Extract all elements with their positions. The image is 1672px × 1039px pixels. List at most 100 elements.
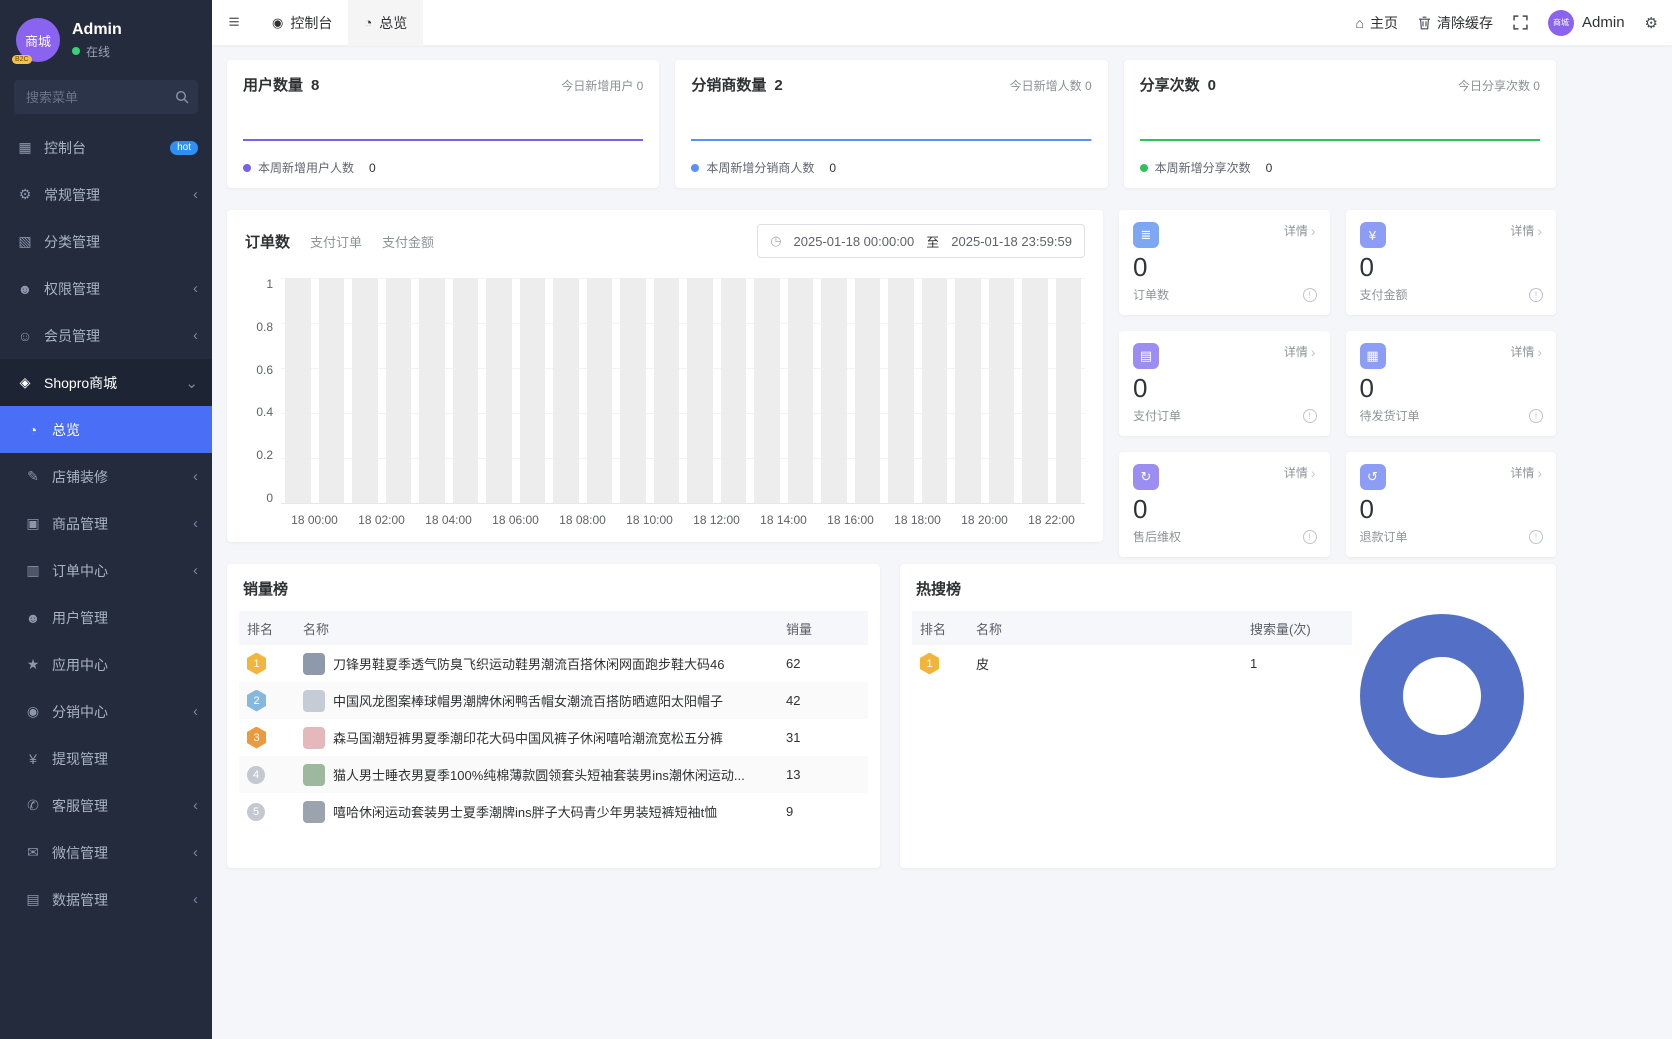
y-axis-label: 0.4 [256,405,273,420]
mini-stat-value: 0 [1359,373,1374,403]
sidebar-item-7[interactable]: ✎ 店铺装修 ‹ [0,453,212,500]
chart-bar [352,278,378,503]
user-menu[interactable]: 商城 Admin [1548,9,1625,36]
sales-ranking-title: 销量榜 [243,581,289,598]
sidebar-item-label: 常规管理 [44,186,100,203]
stat-week-label: 本周新增用户人数 [258,161,355,175]
date-range-picker[interactable]: ◷ 2025-01-18 00:00:00 至 2025-01-18 23:59… [757,224,1085,258]
overview-tab-icon: ◔ [364,15,373,30]
sidebar-item-label: 用户管理 [52,609,108,626]
info-icon[interactable]: ! [1529,530,1543,544]
product-name[interactable]: 刀锋男鞋夏季透气防臭飞织运动鞋男潮流百搭休闲网面跑步鞋大码46 [333,654,724,673]
ship-order-icon: ▦ [1359,343,1386,369]
settings-gear-icon[interactable]: ⚙ [1645,14,1658,32]
tab-pay-amount[interactable]: 支付金额 [382,232,434,251]
rank-badge: 4 [247,765,265,784]
bottom-row: 销量榜 排名 名称 销量 1 刀锋男鞋夏季透气防臭飞织运动鞋男潮流百搭休闲网面跑步… [227,564,1556,868]
sidebar-item-15[interactable]: ✉ 微信管理 ‹ [0,829,212,876]
product-thumbnail [303,726,325,749]
fullscreen-icon[interactable] [1513,15,1528,30]
sidebar-item-14[interactable]: ✆ 客服管理 ‹ [0,782,212,829]
chart-bar [687,278,713,503]
avatar[interactable]: 商城 B2C [12,18,60,64]
sidebar-item-4[interactable]: ☺ 会员管理 ‹ [0,312,212,359]
sidebar-item-6[interactable]: ◔ 总览 [0,406,212,453]
order-card-header: 订单数 支付订单 支付金额 ◷ 2025-01-18 00:00:00 至 20… [245,224,1085,258]
tab-overview[interactable]: ◔ 总览 [348,0,424,46]
detail-link[interactable]: 详情 › [1284,343,1316,360]
x-axis-label: 18 04:00 [425,513,472,527]
stat-week-row: 本周新增分享次数 0 [1139,159,1540,176]
hamburger-menu-icon[interactable]: ≡ [212,12,256,34]
rank-badge: 3 [247,726,266,749]
chevron-right-icon: › [1310,464,1316,481]
chart-bar [285,278,311,503]
product-name[interactable]: 嘻哈休闲运动套装男士夏季潮牌ins胖子大码青少年男装短裤短袖t恤 [333,802,717,821]
sidebar-item-12[interactable]: ◉ 分销中心 ‹ [0,688,212,735]
detail-link[interactable]: 详情 › [1510,222,1542,239]
sidebar-item-11[interactable]: ★ 应用中心 [0,641,212,688]
info-icon[interactable]: ! [1302,288,1317,302]
date-from[interactable]: 2025-01-18 00:00:00 [794,234,915,249]
stat-week-value: 0 [369,160,376,175]
tab-console[interactable]: ◉ 控制台 [256,0,348,46]
detail-link[interactable]: 详情 › [1284,222,1316,239]
sidebar-item-3[interactable]: ☻ 权限管理 ‹ [0,265,212,312]
decorate-icon: ✎ [27,468,39,484]
sidebar-item-5[interactable]: ◈ Shopro商城 ⌄ [0,359,212,406]
col-header-count: 搜索量(次) [1242,611,1352,645]
clock-icon: ◷ [770,233,782,248]
clear-cache-button[interactable]: 清除缓存 [1418,13,1493,33]
sidebar-item-label: Shopro商城 [44,374,118,391]
col-header-rank: 排名 [912,611,968,645]
sidebar-item-13[interactable]: ¥ 提现管理 [0,735,212,782]
sales-table-row: 2 中国风龙图案棒球帽男潮牌休闲鸭舌帽女潮流百搭防晒遮阳太阳帽子 42 [239,682,868,719]
stat-today-label: 今日分享次数 0 [1457,79,1540,93]
sidebar-item-label: 分销中心 [52,703,108,720]
x-axis-label: 18 14:00 [760,513,807,527]
sidebar-item-label: 微信管理 [52,844,108,861]
detail-link[interactable]: 详情 › [1284,464,1316,481]
home-button[interactable]: ⌂ 主页 [1356,13,1398,33]
profile-username: Admin [72,20,122,38]
sidebar-item-10[interactable]: ☻ 用户管理 [0,594,212,641]
sidebar-item-16[interactable]: ▤ 数据管理 ‹ [0,876,212,923]
order-icon: ▥ [26,562,40,578]
app-icon: ★ [26,656,40,672]
info-icon[interactable]: ! [1529,409,1543,423]
plot-area: 18 00:00 18 02:00 18 04:00 18 06:00 18 08:00… [281,278,1085,527]
mini-stat-value: 0 [1133,494,1148,524]
sidebar-menu: ▦ 控制台 hot ⚙ 常规管理 ‹ ▧ 分类管理 ☻ 权限管理 ‹ ☺ 会员管理 ‹ ◈ Shopro商城 ⌄… [0,124,212,1039]
chevron-left-icon: ‹ [193,703,198,720]
product-name[interactable]: 猫人男士睡衣男夏季100%纯棉薄款圆领套头短袖套装男ins潮休闲运动... [333,765,745,784]
detail-link[interactable]: 详情 › [1510,464,1542,481]
date-to[interactable]: 2025-01-18 23:59:59 [951,234,1072,249]
chart-bar [1055,278,1081,503]
sparkline-chart [691,109,1091,147]
keyword-name[interactable]: 皮 [976,657,989,672]
withdraw-icon: ¥ [29,750,37,767]
avatar-text: 商城 [24,33,51,49]
detail-link[interactable]: 详情 › [1510,343,1542,360]
mini-stat-value: 0 [1133,373,1148,403]
product-thumbnail [303,800,325,823]
product-name[interactable]: 森马国潮短裤男夏季潮印花大码中国风裤子休闲嘻哈潮流宽松五分裤 [333,728,723,747]
goods-icon: ▣ [26,515,40,531]
menu-search-input[interactable] [14,80,198,114]
sidebar-item-2[interactable]: ▧ 分类管理 [0,218,212,265]
tab-pay-orders[interactable]: 支付订单 [310,232,362,251]
sidebar-item-9[interactable]: ▥ 订单中心 ‹ [0,547,212,594]
console-tab-icon: ◉ [272,14,284,30]
dashboard-icon: ▦ [18,139,32,155]
info-icon[interactable]: ! [1529,288,1543,302]
sidebar-item-0[interactable]: ▦ 控制台 hot [0,124,212,171]
info-icon[interactable]: ! [1302,409,1317,423]
info-icon[interactable]: ! [1302,530,1317,544]
sales-table-row: 4 猫人男士睡衣男夏季100%纯棉薄款圆领套头短袖套装男ins潮休闲运动... 13 [239,756,868,793]
member-icon: ☺ [17,327,33,344]
sidebar-item-8[interactable]: ▣ 商品管理 ‹ [0,500,212,547]
sidebar-item-1[interactable]: ⚙ 常规管理 ‹ [0,171,212,218]
chart-bar [586,278,612,503]
distribution-icon: ◉ [26,703,40,719]
product-name[interactable]: 中国风龙图案棒球帽男潮牌休闲鸭舌帽女潮流百搭防晒遮阳太阳帽子 [333,691,723,710]
